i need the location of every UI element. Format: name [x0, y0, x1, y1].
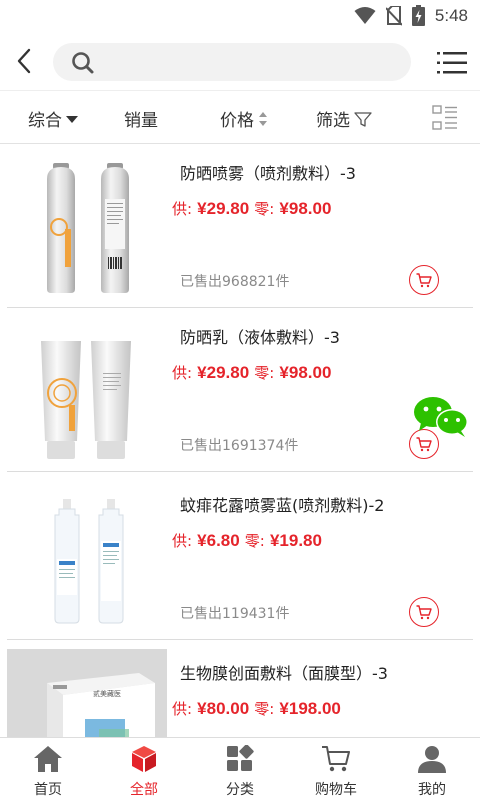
- sold-count: 已售出1691374件: [180, 438, 299, 454]
- divider: [7, 471, 473, 472]
- wifi-icon: [354, 6, 376, 24]
- tab-label: 我的: [418, 782, 446, 798]
- cart-icon: [322, 746, 350, 772]
- filter-price[interactable]: 价格: [220, 106, 268, 131]
- tab-label: 分类: [226, 782, 254, 798]
- product-image: [7, 481, 167, 639]
- funnel-icon: [354, 111, 372, 127]
- retail-price-label: 零:: [244, 532, 265, 550]
- supply-price-label: 供:: [172, 364, 193, 382]
- clock: 5:48: [434, 5, 468, 25]
- sold-count: 已售出119431件: [180, 606, 290, 622]
- product-card[interactable]: 防晒喷雾（喷剂敷料）-3 供: ¥29.80 零: ¥98.00 已售出9688…: [0, 145, 480, 308]
- tab-cart[interactable]: 购物车: [288, 738, 384, 800]
- supply-price: ¥29.80: [197, 199, 250, 218]
- box-brand-text: 贰美藏医: [93, 689, 121, 698]
- product-price: 供: ¥29.80 零: ¥98.00: [172, 198, 331, 219]
- search-input[interactable]: [105, 49, 395, 75]
- filter-label: 综合: [28, 111, 62, 131]
- product-card[interactable]: 贰美藏医 生物膜创面敷料（面膜型）-3 供: ¥80.00 零: ¥198.00: [0, 645, 480, 737]
- product-title[interactable]: 蚊痱花露喷雾蓝(喷剂敷料)-2: [180, 492, 384, 516]
- search-bar[interactable]: [53, 43, 411, 81]
- product-price: 供: ¥6.80 零: ¥19.80: [172, 530, 322, 551]
- search-icon: [72, 52, 94, 74]
- tab-label: 首页: [34, 782, 62, 798]
- tab-label: 全部: [130, 782, 158, 798]
- category-icon: [227, 745, 254, 771]
- wechat-icon[interactable]: [413, 395, 469, 437]
- product-price: 供: ¥29.80 零: ¥98.00: [172, 362, 331, 383]
- supply-price: ¥29.80: [197, 363, 250, 382]
- filter-bar: 综合 销量 价格 筛选: [0, 90, 480, 144]
- retail-price: ¥198.00: [279, 699, 341, 718]
- cart-icon: [416, 272, 432, 287]
- retail-price: ¥19.80: [269, 531, 322, 550]
- layout-toggle-icon[interactable]: [432, 105, 458, 131]
- filter-sales[interactable]: 销量: [124, 106, 158, 131]
- add-to-cart-button[interactable]: [409, 597, 439, 627]
- tab-label: 购物车: [315, 782, 357, 798]
- home-icon: [34, 746, 62, 772]
- product-card[interactable]: 蚊痱花露喷雾蓝(喷剂敷料)-2 供: ¥6.80 零: ¥19.80 已售出11…: [0, 477, 480, 640]
- product-title[interactable]: 生物膜创面敷料（面膜型）-3: [180, 660, 388, 684]
- list-menu-icon[interactable]: [437, 51, 467, 75]
- retail-price-label: 零:: [254, 700, 275, 718]
- supply-price: ¥80.00: [197, 699, 250, 718]
- product-list[interactable]: 防晒喷雾（喷剂敷料）-3 供: ¥29.80 零: ¥98.00 已售出9688…: [0, 145, 480, 737]
- cart-icon: [416, 436, 432, 451]
- divider: [7, 307, 473, 308]
- filter-label: 销量: [124, 111, 158, 131]
- cart-icon: [416, 604, 432, 619]
- product-title[interactable]: 防晒喷雾（喷剂敷料）-3: [180, 160, 356, 184]
- product-image: [7, 149, 167, 307]
- retail-price: ¥98.00: [279, 199, 332, 218]
- product-price: 供: ¥80.00 零: ¥198.00: [172, 698, 341, 719]
- no-sim-icon: [385, 5, 402, 26]
- product-title[interactable]: 防晒乳（液体敷料）-3: [180, 324, 340, 348]
- product-image: [7, 313, 167, 471]
- filter-label: 筛选: [316, 111, 350, 131]
- bottom-tab-bar: 首页 全部 分类 购物车 我的: [0, 737, 480, 800]
- tab-home[interactable]: 首页: [0, 738, 96, 800]
- status-bar: 5:48: [0, 0, 480, 32]
- user-icon: [418, 746, 446, 773]
- supply-price: ¥6.80: [197, 531, 240, 550]
- tab-mine[interactable]: 我的: [384, 738, 480, 800]
- product-card[interactable]: 防晒乳（液体敷料）-3 供: ¥29.80 零: ¥98.00 已售出16913…: [0, 309, 480, 472]
- divider: [7, 639, 473, 640]
- back-button[interactable]: [12, 46, 36, 76]
- retail-price-label: 零:: [254, 364, 275, 382]
- add-to-cart-button[interactable]: [409, 265, 439, 295]
- supply-price-label: 供:: [172, 200, 193, 218]
- sort-arrows-icon: [259, 111, 267, 126]
- tab-category[interactable]: 分类: [192, 738, 288, 800]
- filter-comprehensive[interactable]: 综合: [28, 106, 78, 131]
- sold-count: 已售出968821件: [180, 274, 290, 290]
- filter-label: 价格: [220, 111, 254, 131]
- retail-price: ¥98.00: [279, 363, 332, 382]
- cube-icon: [132, 746, 156, 772]
- caret-down-icon: [66, 115, 78, 123]
- battery-charging-icon: [411, 5, 425, 26]
- supply-price-label: 供:: [172, 700, 193, 718]
- filter-screen[interactable]: 筛选: [316, 106, 372, 131]
- product-image: 贰美藏医: [7, 649, 167, 737]
- supply-price-label: 供:: [172, 532, 193, 550]
- search-header: [0, 32, 480, 90]
- retail-price-label: 零:: [254, 200, 275, 218]
- tab-all[interactable]: 全部: [96, 738, 192, 800]
